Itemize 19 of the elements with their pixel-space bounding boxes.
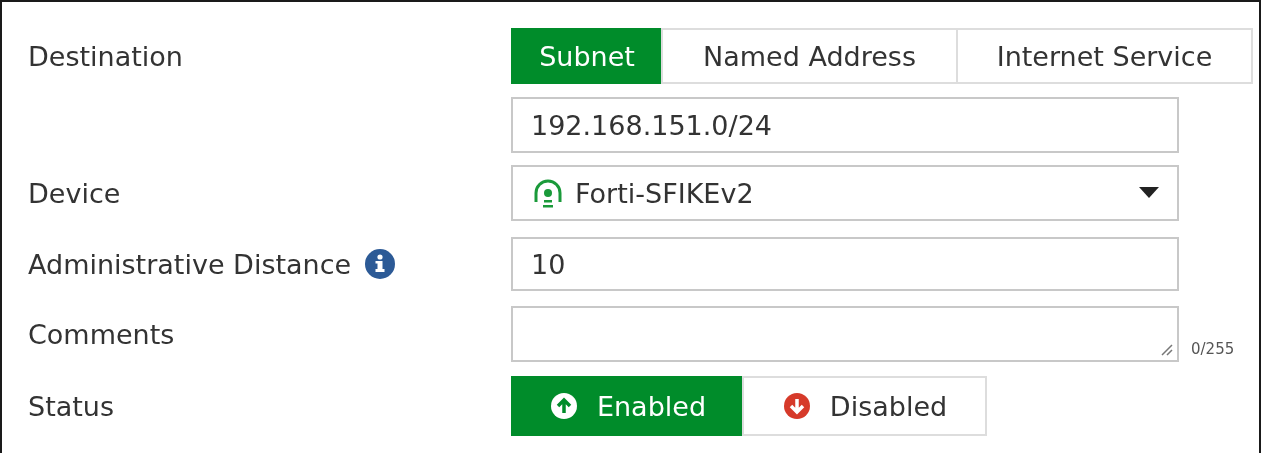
segment-tab[interactable]: Subnet [511,28,663,84]
status-toggle[interactable]: Enabled [511,376,744,436]
caret-down-icon [1139,187,1159,199]
field-label: Destination [28,40,183,72]
distance-field[interactable]: 10 [511,237,1179,291]
status-toggle[interactable]: Disabled [742,376,987,436]
segment-tab[interactable]: Internet Service [956,28,1253,84]
field-label: Device [28,177,121,209]
field-label: Administrative Distance [28,248,352,280]
device-dropdown[interactable]: Forti-SFIKEv2 [511,165,1179,221]
resize-grip-icon [1159,342,1173,356]
character-counter: 0/255 [1191,340,1235,358]
arrow-up-circle-icon [548,391,579,421]
arrow-down-circle-icon [781,391,812,421]
field-label: Status [28,390,115,422]
segment-tab[interactable]: Named Address [661,28,958,84]
subnet-field[interactable]: 192.168.151.0/24 [511,97,1179,153]
field-label: Comments [28,318,175,350]
info-icon[interactable] [365,249,396,279]
